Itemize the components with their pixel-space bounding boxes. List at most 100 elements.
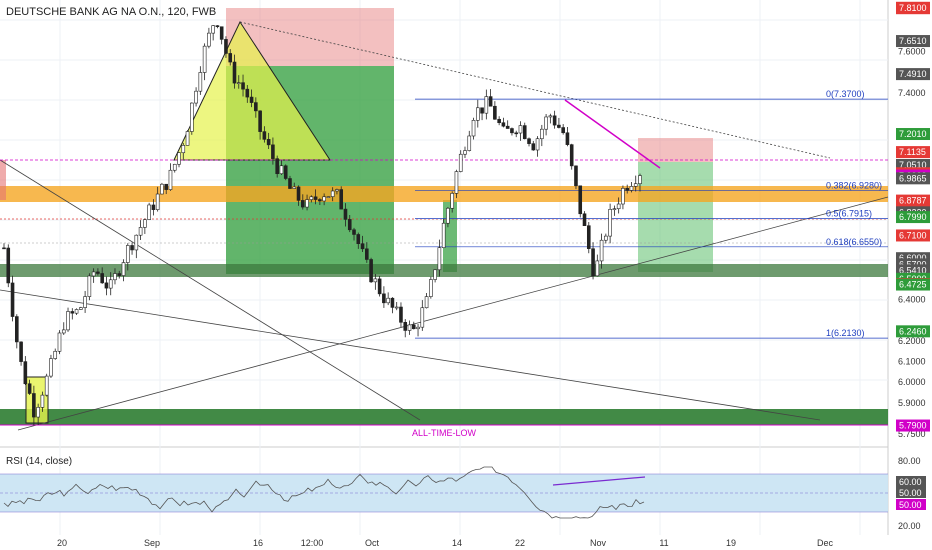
price-tags: 7.81207.81007.65107.49107.20107.11357.05… xyxy=(896,1,930,432)
candle-body xyxy=(616,203,621,210)
candle-body xyxy=(32,393,36,418)
candle-body xyxy=(352,229,356,235)
candle-body xyxy=(249,96,254,103)
candle-body xyxy=(569,144,574,167)
candle-body xyxy=(497,118,501,124)
candle-body xyxy=(629,186,634,191)
all-time-low-zone xyxy=(0,409,888,425)
candle-body xyxy=(514,132,519,135)
time-label: Nov xyxy=(590,538,607,548)
candle-body xyxy=(143,219,147,228)
candle-body xyxy=(548,115,553,118)
price-tag-text: 7.8100 xyxy=(899,3,927,13)
candle-body xyxy=(10,282,15,317)
candle-body xyxy=(309,196,314,200)
candle-body xyxy=(19,341,23,362)
candle-body xyxy=(313,196,318,200)
time-label: 11 xyxy=(659,538,668,548)
candle-body xyxy=(160,183,164,195)
candle-body xyxy=(544,116,548,130)
candle-body xyxy=(2,247,6,250)
all-time-low-label: ALL-TIME-LOW xyxy=(412,428,477,438)
price-label: 6.0000 xyxy=(898,377,926,387)
price-label: 5.9000 xyxy=(898,398,926,408)
candle-body xyxy=(505,125,510,129)
candle-body xyxy=(638,175,642,184)
candle-body xyxy=(198,72,203,92)
candle-body xyxy=(185,131,190,146)
price-axis: 7.60007.40006.80006.60006.40006.20006.10… xyxy=(898,47,926,439)
price-label: 7.6000 xyxy=(898,47,926,57)
candle-body xyxy=(339,189,344,210)
price-label: 7.4000 xyxy=(898,88,926,98)
candle-body xyxy=(258,110,262,132)
candle-body xyxy=(91,271,96,277)
fib-label: 0(7.3700) xyxy=(826,89,865,99)
candle-body xyxy=(612,208,617,211)
candle-body xyxy=(582,213,587,226)
candle-body xyxy=(591,248,595,277)
left-edge-marker xyxy=(0,160,6,200)
candle-body xyxy=(228,53,233,63)
candle-body xyxy=(326,196,331,198)
price-tag-text: 7.1135 xyxy=(899,147,926,157)
candle-body xyxy=(450,193,454,209)
candle-body xyxy=(236,82,241,84)
candle-body xyxy=(420,307,425,328)
rsi-axis-label: 80.00 xyxy=(898,456,921,466)
candle-body xyxy=(424,296,429,309)
price-label: 6.1000 xyxy=(898,356,926,366)
candle-body xyxy=(6,247,11,284)
price-label: 6.2000 xyxy=(898,336,926,346)
rsi-axis: 80.0040.0020.0060.0050.0050.00 xyxy=(896,456,926,531)
candle-body xyxy=(403,322,408,331)
candle-body xyxy=(194,90,198,104)
candle-body xyxy=(480,107,484,114)
resistance-zone-orange xyxy=(0,186,888,202)
candle-body xyxy=(275,158,279,175)
candle-body xyxy=(335,189,339,192)
candle-body xyxy=(181,145,186,154)
price-tag-text: 5.7900 xyxy=(899,421,927,431)
candle-body xyxy=(113,273,117,281)
rsi-tag-text: 50.00 xyxy=(899,500,922,510)
candle-body xyxy=(373,278,378,283)
fib-label: 0.5(6.7915) xyxy=(826,209,872,219)
candle-body xyxy=(458,153,463,172)
candle-body xyxy=(23,361,28,385)
candle-body xyxy=(411,324,416,330)
time-label: Oct xyxy=(365,538,380,548)
candle-body xyxy=(79,307,83,310)
price-tag-text: 7.2010 xyxy=(899,129,927,139)
candle-body xyxy=(604,235,608,241)
candle-body xyxy=(40,394,45,408)
price-tag-text: 6.9865 xyxy=(899,173,927,183)
candle-body xyxy=(318,199,322,202)
candle-body xyxy=(138,227,143,236)
candle-body xyxy=(595,260,600,277)
candle-body xyxy=(190,102,194,132)
candle-body xyxy=(296,186,301,201)
candle-body xyxy=(121,262,126,276)
candle-body xyxy=(305,199,309,208)
candle-body xyxy=(164,183,169,190)
candle-body xyxy=(211,25,215,34)
candle-body xyxy=(369,259,373,283)
candle-body xyxy=(501,122,506,127)
candle-body xyxy=(27,383,32,394)
time-label: 22 xyxy=(515,538,525,548)
time-label: Dec xyxy=(817,538,834,548)
candle-body xyxy=(475,107,480,121)
candle-body xyxy=(356,234,361,244)
candle-body xyxy=(100,273,104,284)
candle-body xyxy=(599,239,604,262)
chart-canvas[interactable]: 0(7.3700) 0.382(6.9280) 0.5(6.7915) 0.618(6… xyxy=(0,0,932,550)
candle-body xyxy=(245,88,250,98)
candle-body xyxy=(488,96,493,107)
candle-body xyxy=(36,407,40,418)
candle-body xyxy=(279,165,284,175)
candle-body xyxy=(574,165,578,187)
candle-body xyxy=(365,248,369,260)
candle-body xyxy=(578,185,583,215)
candle-body xyxy=(621,188,625,205)
